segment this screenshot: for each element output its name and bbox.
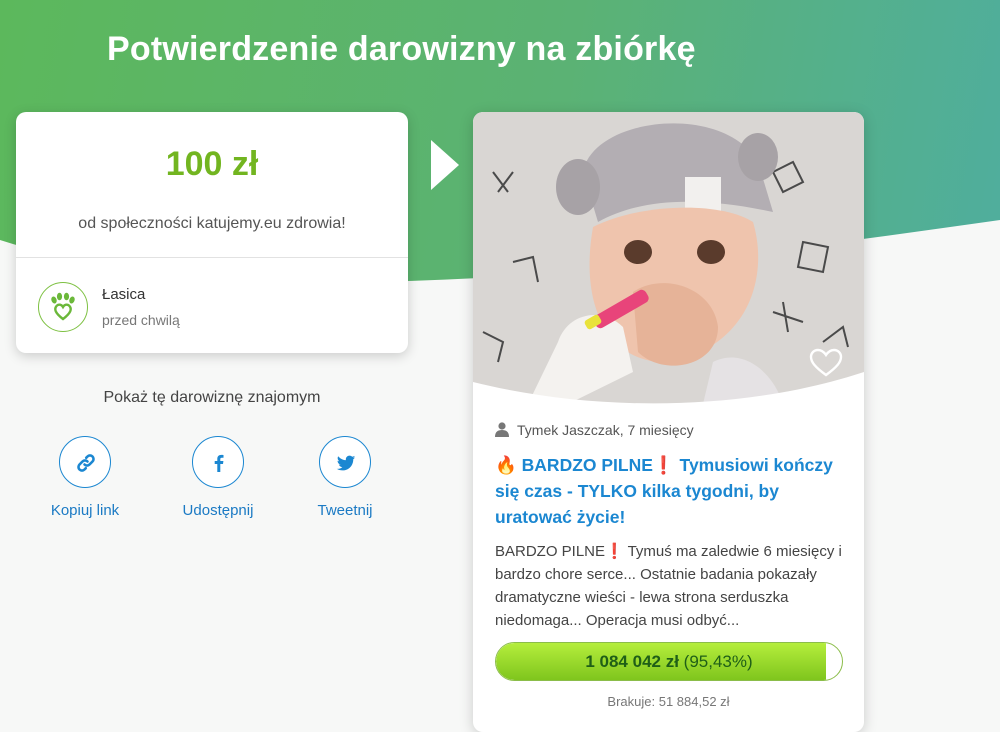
donation-source-text: od społeczności katujemy.eu zdrowia! [78,215,346,232]
progress-bar: 1 084 042 zł (95,43%) [495,642,843,681]
donation-time: przed chwilą [102,312,180,328]
user-icon [495,422,509,437]
page-title: Potwierdzenie darowizny na zbiórkę [107,30,696,68]
campaign-description: BARDZO PILNE❗ Tymuś ma zaledwie 6 miesię… [495,543,842,629]
tweet-label: Tweetnij [317,502,373,519]
tweet-button[interactable]: Tweetnij [295,436,395,519]
donation-card: 100 zł od społeczności katujemy.eu zdrow… [16,112,408,353]
donation-amount: 100 zł [165,145,259,183]
paw-heart-icon [51,292,75,321]
facebook-share-button[interactable]: Udostępnij [168,436,268,519]
share-heading: Pokaż tę darowiznę znajomym [103,389,321,406]
link-icon [77,454,95,472]
facebook-share-label: Udostępnij [182,502,254,519]
missing-amount: Brakuje: 51 884,52 zł [607,694,730,709]
raised-amount: 1 084 042 zł [585,652,679,671]
campaign-card[interactable]: Tymek Jaszczak, 7 miesięcy 🔥 BARDZO PILN… [473,112,864,732]
campaign-photo [473,112,864,404]
copy-link-button[interactable]: Kopiuj link [35,436,135,519]
favorite-heart-icon[interactable] [809,348,843,378]
campaign-author: Tymek Jaszczak, 7 miesięcy [495,422,694,438]
twitter-icon [336,455,356,471]
raised-percent: (95,43%) [683,652,753,671]
arrow-right-icon [431,140,459,190]
campaign-title[interactable]: 🔥 BARDZO PILNE❗ Tymusiowi kończy się cza… [495,452,850,530]
donor-avatar [38,282,88,332]
copy-link-label: Kopiuj link [50,502,120,519]
facebook-icon [214,454,224,472]
campaign-author-text: Tymek Jaszczak, 7 miesięcy [517,422,694,438]
card-divider [16,257,408,258]
donor-name: Łasica [102,286,146,303]
